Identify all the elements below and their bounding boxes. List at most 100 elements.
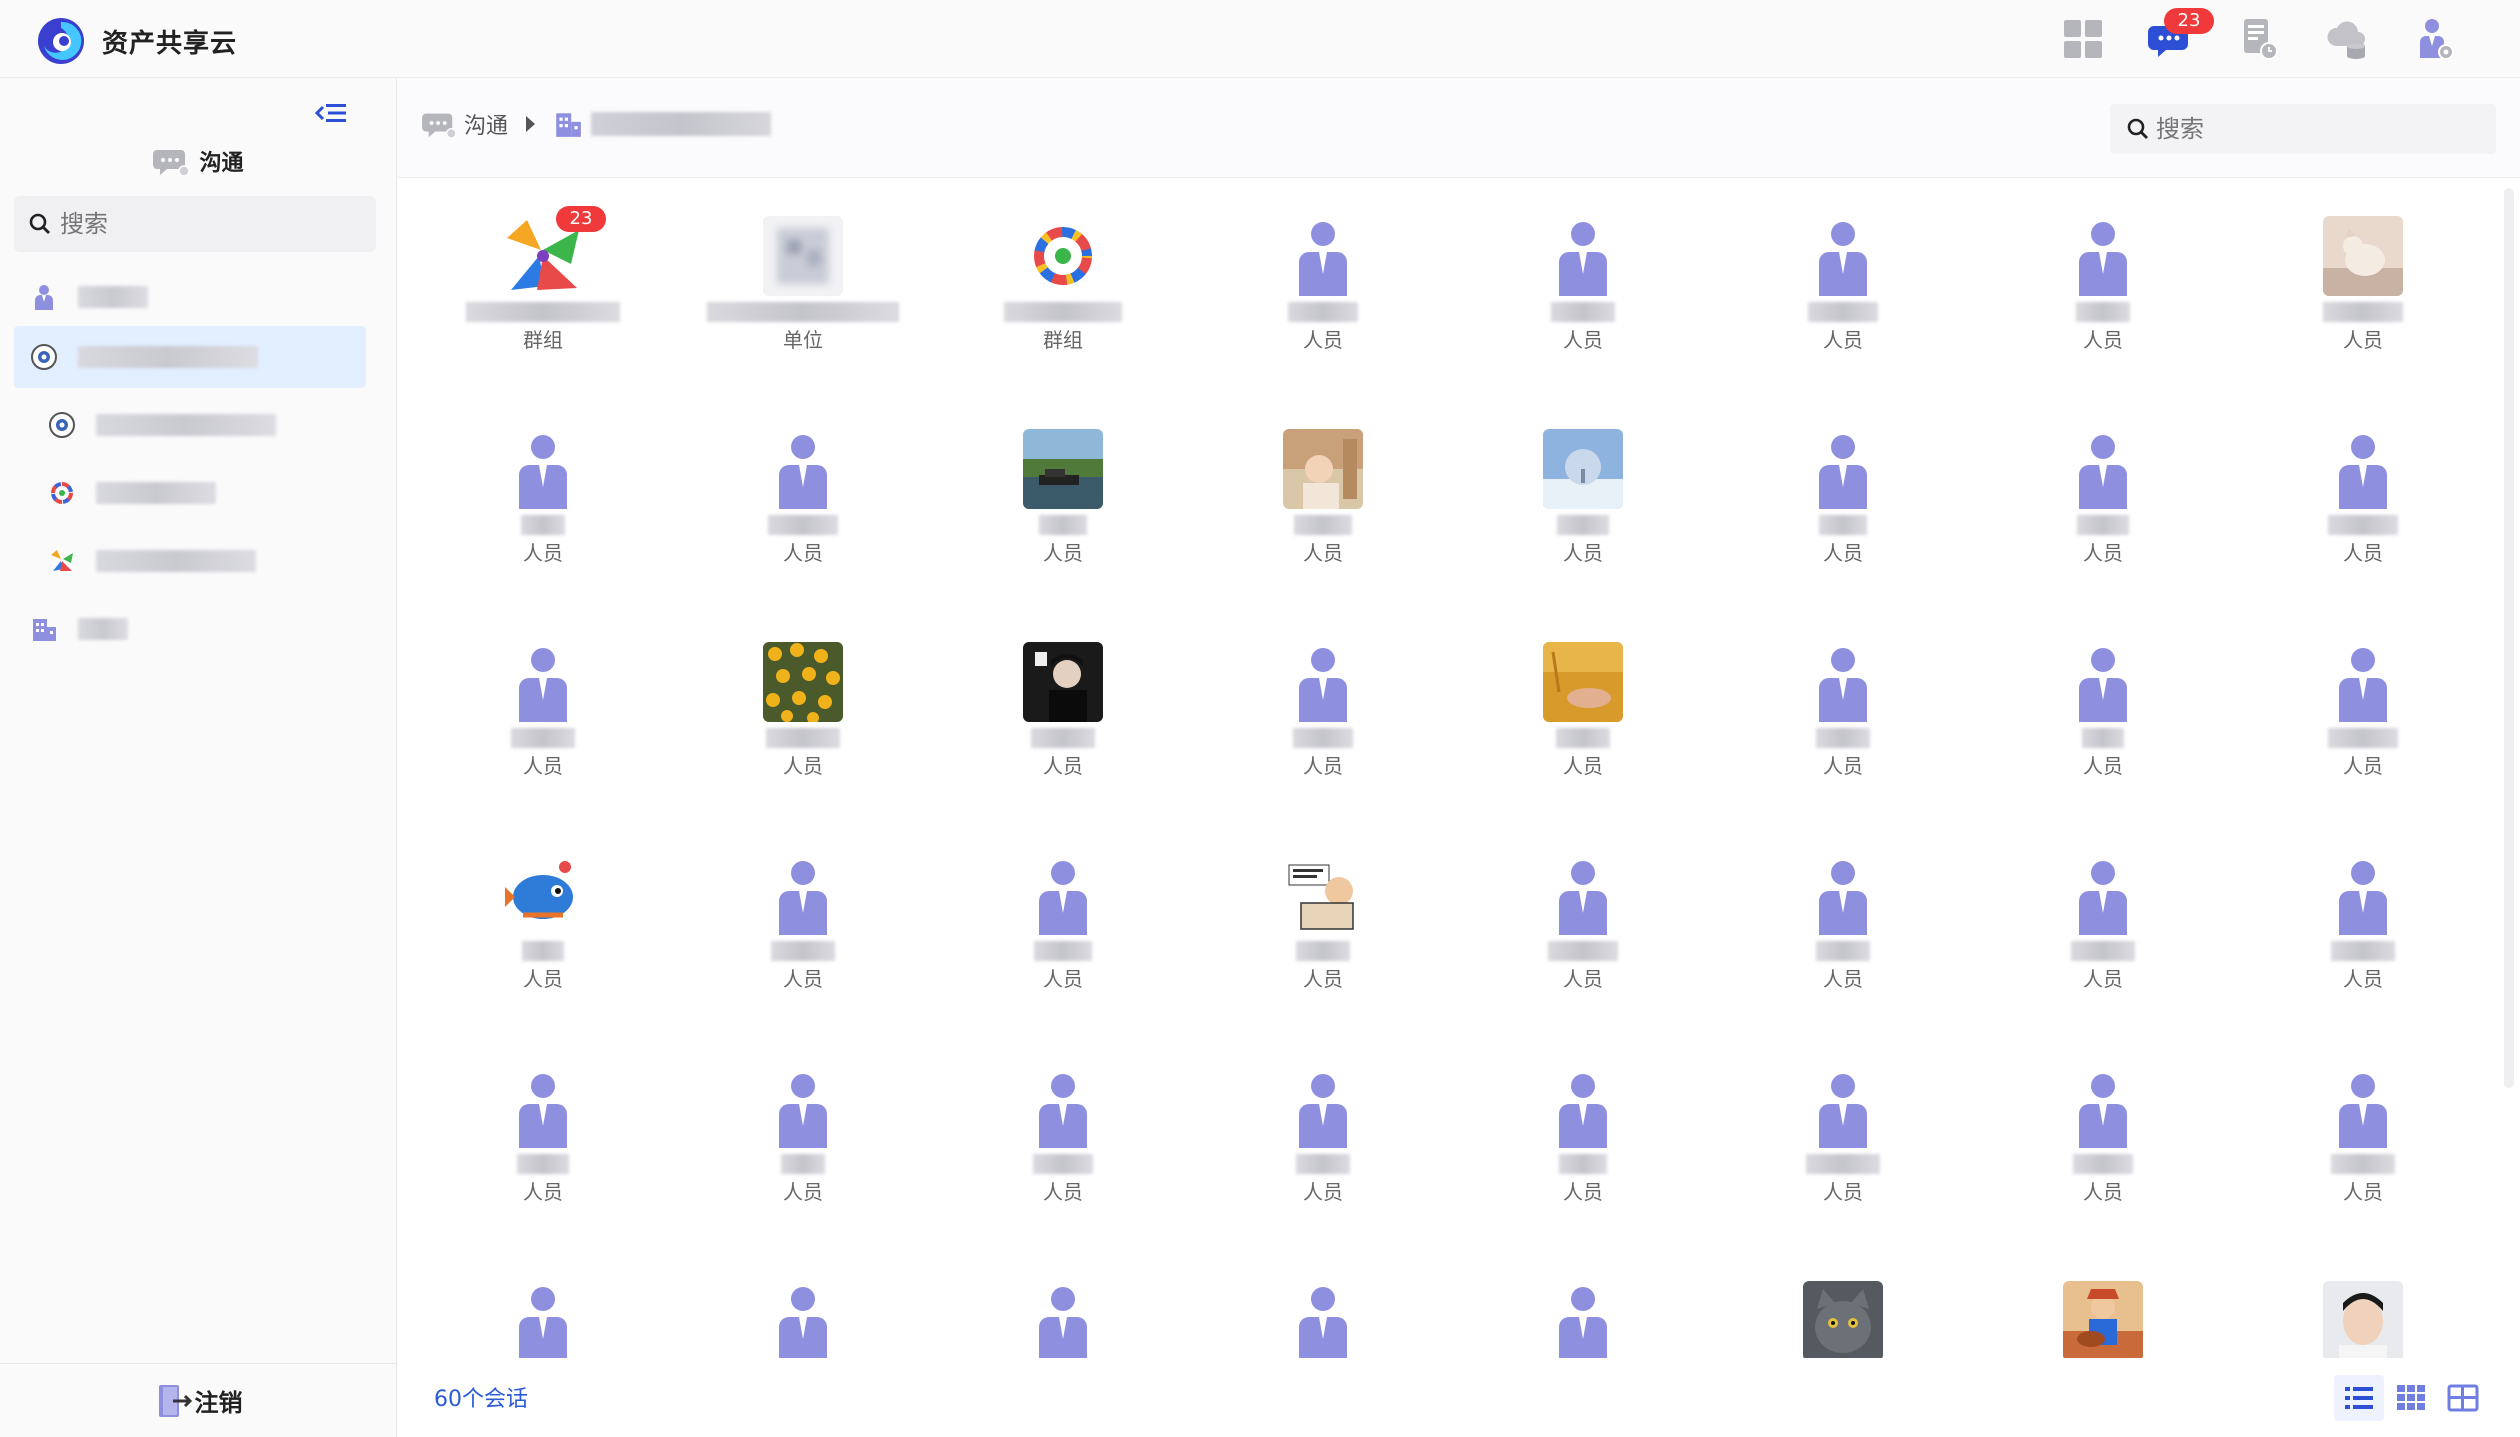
tree-item-sub-organization[interactable] [14,394,366,456]
contact-card[interactable]: 人员 [1498,1030,1668,1210]
sidebar-search-input[interactable] [60,210,360,238]
contact-card[interactable]: 人员 [458,1030,628,1210]
contact-type-label: 人员 [2083,754,2123,778]
contact-type-label: 人员 [2343,754,2383,778]
contact-card[interactable]: 单位 [707,178,899,358]
contact-card[interactable]: 人员 [718,1030,888,1210]
contact-card[interactable]: 人员 [1758,391,1928,571]
contact-name-redacted [1806,1154,1880,1174]
app-logo-icon [38,18,84,64]
list-view-button[interactable] [2334,1375,2384,1421]
person-icon [35,285,53,310]
contact-card[interactable]: 人员 [1758,178,1928,358]
contact-card[interactable]: 人员 [2278,817,2448,997]
top-bar: 资产共享云 23 [0,0,2520,78]
contact-card[interactable]: 人员 [978,817,1148,997]
contact-card[interactable]: 人员 [1758,817,1928,997]
contact-card[interactable]: 群组 [978,178,1148,358]
collapse-sidebar-icon[interactable] [314,96,348,130]
contact-card[interactable]: 人员 [2018,1030,2188,1210]
contact-card[interactable]: 人员 [1498,817,1668,997]
main-search[interactable] [2110,104,2496,154]
apps-grid-button[interactable] [2058,14,2108,64]
breadcrumb-root[interactable]: 沟通 [464,108,508,140]
contact-card[interactable]: 人员 [2018,178,2188,358]
app-window: 资产共享云 23 沟通 搜索 注销 沟通 搜索 群组 23 单位 群组 人员 人… [0,0,2520,1437]
breadcrumb-current-redacted[interactable] [591,112,772,136]
person-avatar-icon [1803,855,1883,935]
contact-card[interactable]: 人员 [1498,604,1668,784]
contact-card[interactable] [978,1243,1148,1358]
contact-card[interactable]: 人员 [2278,1030,2448,1210]
person-avatar-icon [2323,429,2403,509]
contact-name-redacted [2327,515,2399,535]
contact-card[interactable]: 人员 [718,817,888,997]
contact-card[interactable] [2018,1243,2188,1358]
tree-item-unit[interactable] [14,598,366,660]
contact-card[interactable]: 人员 [1238,817,1408,997]
user-settings-button[interactable] [2410,14,2460,64]
contact-card[interactable]: 人员 [718,391,888,571]
contact-card[interactable]: 人员 [1238,1030,1408,1210]
chat-unread-badge: 23 [2164,8,2214,34]
person-avatar-icon [2063,429,2143,509]
colorful-people-logo-icon [51,550,73,571]
contact-card[interactable]: 人员 [1498,391,1668,571]
logout-button[interactable]: 注销 [0,1363,397,1437]
tree-item-group-circle[interactable] [14,462,366,524]
person-avatar-icon [503,642,583,722]
avatar-image [1023,429,1103,509]
person-avatar-icon [1283,216,1363,296]
contact-card[interactable]: 人员 [458,817,628,997]
contact-name-redacted [2331,1154,2395,1174]
contact-card[interactable]: 人员 [2278,178,2448,358]
breadcrumb: 沟通 [422,108,772,140]
contact-card[interactable]: 人员 [1238,391,1408,571]
contact-card[interactable] [2278,1243,2448,1358]
brand[interactable]: 资产共享云 [36,16,237,66]
contact-type-label: 人员 [523,541,563,565]
sidebar-search[interactable] [14,196,376,252]
contact-card[interactable]: 人员 [1758,1030,1928,1210]
contact-card[interactable]: 人员 [2278,391,2448,571]
tree-item-user[interactable] [14,266,366,328]
contact-card[interactable]: 人员 [1498,178,1668,358]
tree-item-group-colorful[interactable] [14,530,366,592]
contact-card[interactable]: 人员 [458,391,628,571]
contact-card[interactable]: 人员 [1238,178,1408,358]
avatar-image [1543,429,1623,509]
contact-card[interactable]: 人员 [2018,604,2188,784]
contact-name-redacted [1807,302,1879,322]
contact-card[interactable] [718,1243,888,1358]
contact-card[interactable] [1498,1243,1668,1358]
building-icon [33,619,56,641]
main-panel: 沟通 群组23单位群组人员人员人员人员人员人员人员人员人员人员人员人员人员人员人 [398,78,2520,1437]
contact-card[interactable]: 人员 [2018,391,2188,571]
contact-card[interactable]: 人员 [978,1030,1148,1210]
tree-item-organization-active[interactable] [14,326,366,388]
contact-card[interactable]: 人员 [2278,604,2448,784]
chat-button[interactable]: 23 [2146,8,2214,64]
contact-card[interactable] [1758,1243,1928,1358]
cloud-storage-button[interactable] [2322,14,2372,64]
documents-button[interactable] [2234,14,2284,64]
cloud-database-icon [2327,21,2365,59]
contact-card[interactable]: 群组 23 [458,178,628,358]
contact-name-redacted [1032,1154,1094,1174]
contact-type-label: 人员 [523,967,563,991]
card-view-button[interactable] [2438,1375,2488,1421]
main-search-input[interactable] [2156,115,2476,143]
scrollbar[interactable] [2504,188,2514,1088]
contact-card[interactable]: 人员 [458,604,628,784]
contact-card[interactable]: 人员 [1758,604,1928,784]
contact-card[interactable] [458,1243,628,1358]
contact-card[interactable]: 人员 [718,604,888,784]
contact-card[interactable]: 人员 [1238,604,1408,784]
avatar-image [2323,216,2403,296]
contact-card[interactable]: 人员 [978,391,1148,571]
contact-card[interactable]: 人员 [2018,817,2188,997]
view-switcher [2332,1375,2488,1421]
contact-card[interactable] [1238,1243,1408,1358]
grid-view-button[interactable] [2386,1375,2436,1421]
contact-card[interactable]: 人员 [978,604,1148,784]
